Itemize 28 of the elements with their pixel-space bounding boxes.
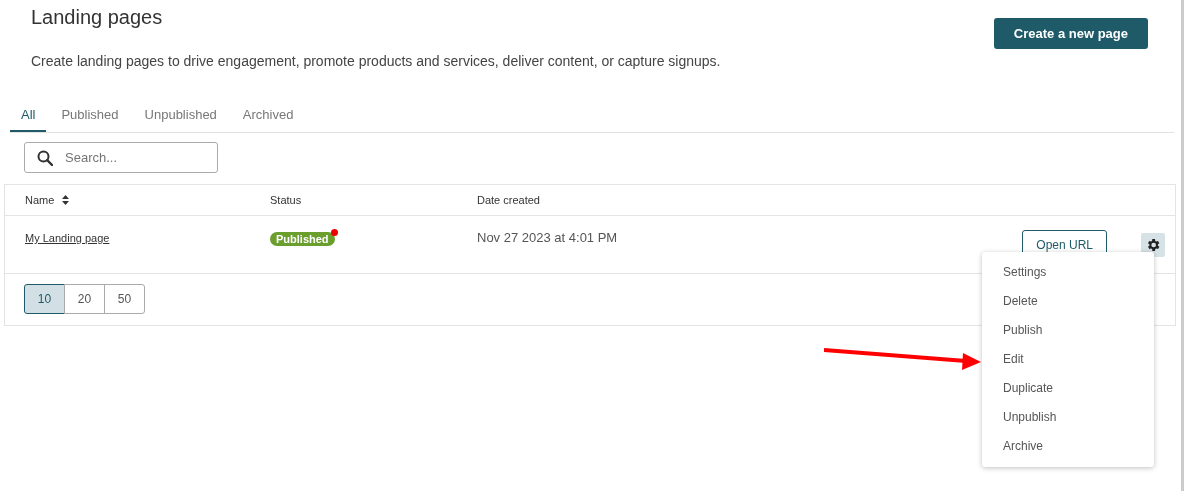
column-header: Status	[270, 194, 302, 206]
menu-item[interactable]: Settings	[982, 258, 1154, 287]
menu-item[interactable]: Archive	[982, 432, 1154, 461]
status-badge: Published	[270, 232, 335, 246]
gear-icon	[1145, 237, 1161, 253]
tab[interactable]: All	[10, 103, 47, 132]
menu-item[interactable]: Delete	[982, 287, 1154, 316]
page-size-button[interactable]: 10	[24, 284, 65, 314]
date-cell: Nov 27 2023 at 4:01 PM	[477, 230, 618, 245]
create-page-button[interactable]: Create a new page	[993, 18, 1148, 49]
page-title: Landing pages	[31, 6, 164, 29]
column-header: Date created	[477, 194, 540, 206]
menu-item[interactable]: Publish	[982, 316, 1154, 345]
search-field[interactable]: Search...	[24, 142, 218, 173]
menu-item[interactable]: Edit	[982, 345, 1154, 374]
menu-item[interactable]: Duplicate	[982, 374, 1154, 403]
column-header: Name	[25, 194, 55, 206]
tab[interactable]: Unpublished	[133, 103, 228, 132]
settings-button[interactable]	[1141, 233, 1165, 257]
page-description: Create landing pages to drive engagement, promote products and services, deliver content, or capture signups.	[31, 53, 721, 69]
tab[interactable]: Published	[50, 103, 130, 132]
menu-item[interactable]: Unpublish	[982, 403, 1154, 432]
page-name-link[interactable]: My Landing page	[25, 232, 110, 244]
page-size-button[interactable]: 20	[64, 284, 105, 314]
notification-dot	[330, 229, 338, 236]
tab[interactable]: Archived	[231, 103, 305, 132]
page-size-button[interactable]: 50	[104, 284, 145, 314]
sort-icon[interactable]	[62, 195, 70, 205]
